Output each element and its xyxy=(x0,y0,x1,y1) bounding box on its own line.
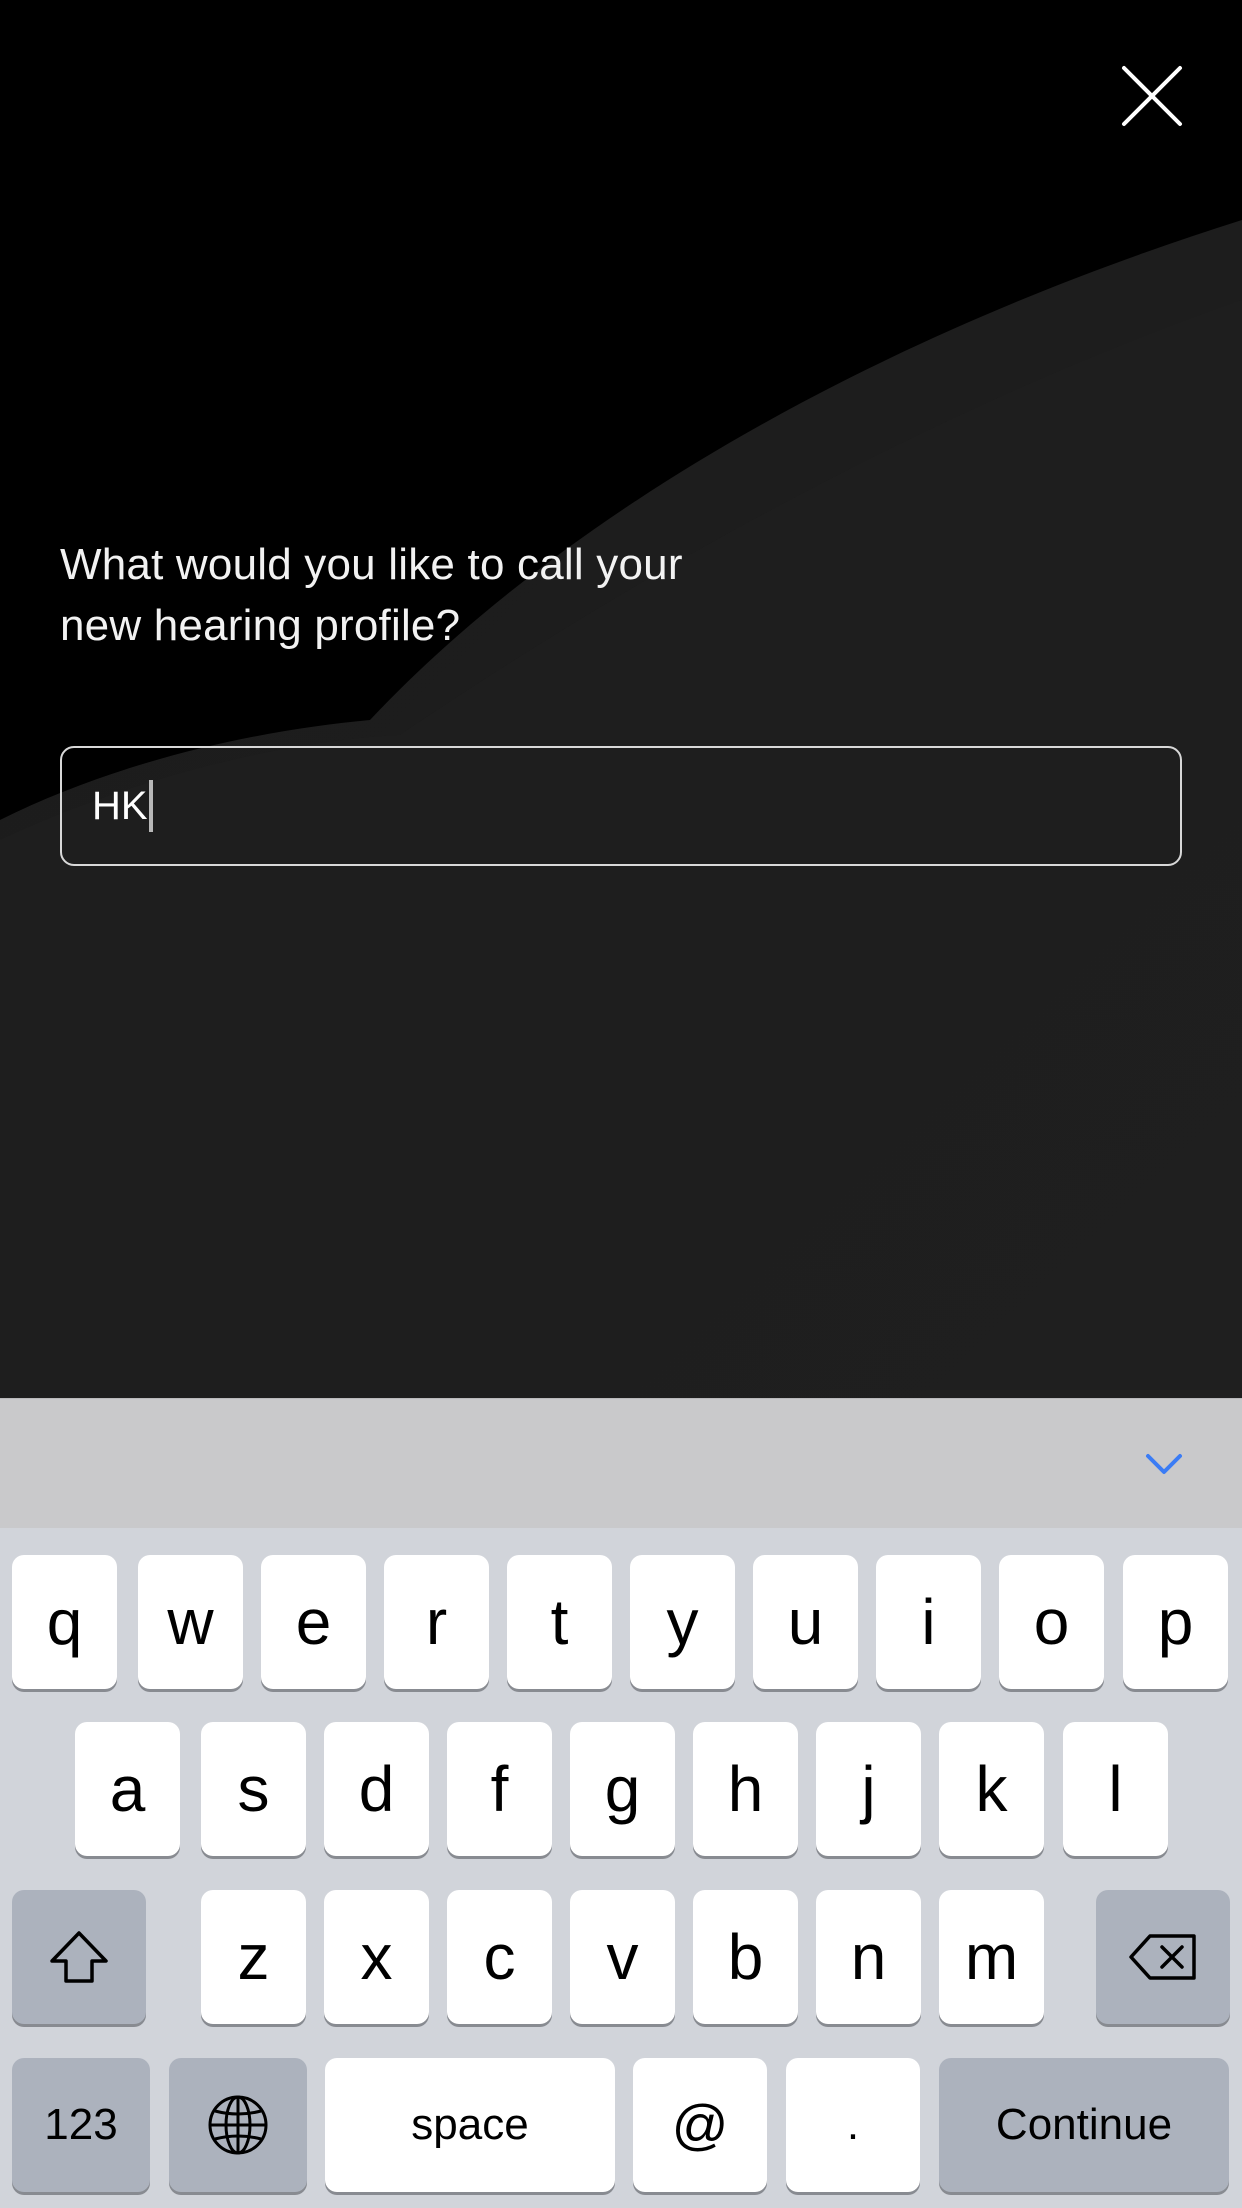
key-j[interactable]: j xyxy=(816,1722,921,1856)
continue-key[interactable]: Continue xyxy=(939,2058,1229,2192)
key-z[interactable]: z xyxy=(201,1890,306,2024)
close-button[interactable] xyxy=(1118,62,1186,130)
shift-key[interactable] xyxy=(12,1890,146,2024)
profile-name-value: HK xyxy=(92,783,148,828)
key-g[interactable]: g xyxy=(570,1722,675,1856)
backspace-key[interactable] xyxy=(1096,1890,1230,2024)
key-p[interactable]: p xyxy=(1123,1555,1228,1689)
key-b[interactable]: b xyxy=(693,1890,798,2024)
backspace-icon xyxy=(1129,1934,1196,1980)
key-n[interactable]: n xyxy=(816,1890,921,2024)
key-d[interactable]: d xyxy=(324,1722,429,1856)
close-icon xyxy=(1122,66,1182,126)
key-i[interactable]: i xyxy=(876,1555,981,1689)
background-swoosh xyxy=(0,220,1242,1398)
keyboard-accessory-bar xyxy=(0,1398,1242,1528)
numbers-key[interactable]: 123 xyxy=(12,2058,150,2192)
space-key[interactable]: space xyxy=(325,2058,615,2192)
key-r[interactable]: r xyxy=(384,1555,489,1689)
key-l[interactable]: l xyxy=(1063,1722,1168,1856)
key-s[interactable]: s xyxy=(201,1722,306,1856)
profile-name-screen: What would you like to call your new hea… xyxy=(0,0,1242,1398)
on-screen-keyboard: q w e r t y u i o p a s d f g h j k l z … xyxy=(0,1528,1242,2208)
key-w[interactable]: w xyxy=(138,1555,243,1689)
key-y[interactable]: y xyxy=(630,1555,735,1689)
key-c[interactable]: c xyxy=(447,1890,552,2024)
key-m[interactable]: m xyxy=(939,1890,1044,2024)
profile-name-input[interactable]: HK xyxy=(60,746,1182,866)
period-key[interactable]: . xyxy=(786,2058,920,2192)
key-q[interactable]: q xyxy=(12,1555,117,1689)
key-k[interactable]: k xyxy=(939,1722,1044,1856)
key-f[interactable]: f xyxy=(447,1722,552,1856)
chevron-down-icon xyxy=(1146,1454,1182,1474)
key-a[interactable]: a xyxy=(75,1722,180,1856)
key-u[interactable]: u xyxy=(753,1555,858,1689)
dismiss-keyboard-button[interactable] xyxy=(1140,1440,1188,1488)
at-key[interactable]: @ xyxy=(633,2058,767,2192)
globe-key[interactable] xyxy=(169,2058,307,2192)
question-line-1: What would you like to call your xyxy=(60,540,683,589)
question-line-2: new hearing profile? xyxy=(60,601,461,650)
key-x[interactable]: x xyxy=(324,1890,429,2024)
key-e[interactable]: e xyxy=(261,1555,366,1689)
key-o[interactable]: o xyxy=(999,1555,1104,1689)
key-h[interactable]: h xyxy=(693,1722,798,1856)
globe-icon xyxy=(208,2095,268,2155)
text-cursor xyxy=(148,780,153,832)
key-t[interactable]: t xyxy=(507,1555,612,1689)
key-v[interactable]: v xyxy=(570,1890,675,2024)
shift-icon xyxy=(50,1931,108,1983)
profile-name-question: What would you like to call your new hea… xyxy=(60,534,780,656)
